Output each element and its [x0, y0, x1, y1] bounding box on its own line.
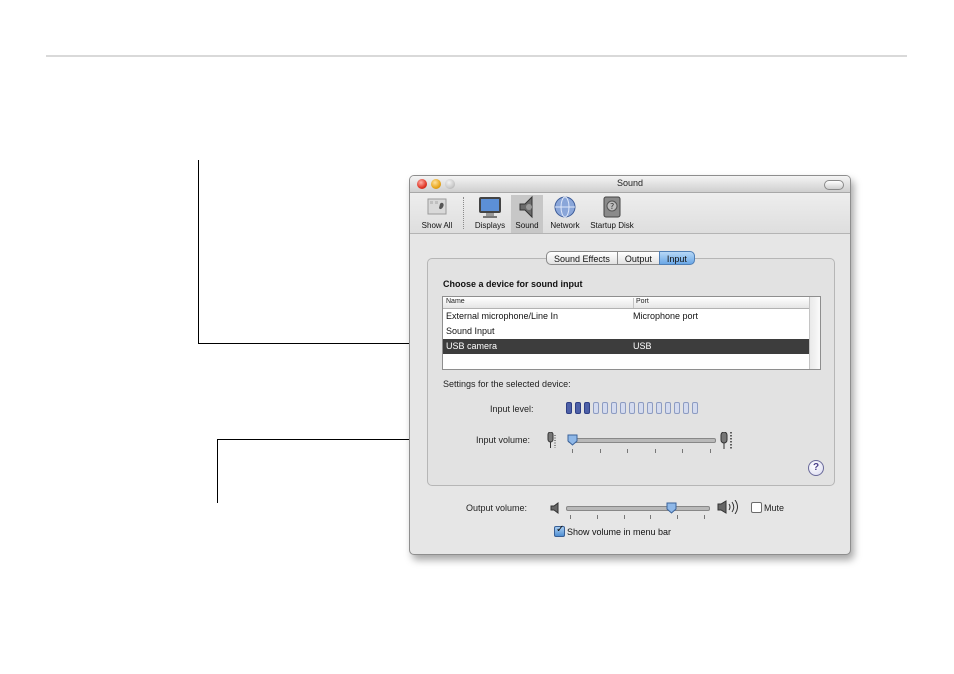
tab-sound-effects[interactable]: Sound Effects: [546, 251, 617, 265]
toolbar-label-network: Network: [550, 221, 580, 230]
level-bar: [674, 402, 680, 414]
device-name: USB camera: [446, 341, 498, 351]
slider-tick: [599, 449, 601, 453]
input-volume-slider-thumb[interactable]: [567, 433, 578, 446]
level-bar: [638, 402, 644, 414]
level-bar: [584, 402, 590, 414]
device-name: Sound Input: [446, 326, 495, 336]
speaker-icon: [514, 195, 540, 219]
table-row[interactable]: External microphone/Line In Microphone p…: [443, 309, 809, 324]
callout-line-device: [198, 160, 199, 344]
toolbar-label-show-all: Show All: [421, 221, 453, 230]
help-button[interactable]: ?: [808, 460, 824, 476]
show-all-icon: [424, 195, 450, 219]
slider-tick: [677, 515, 679, 519]
sound-preferences-window: Sound Show All Displays Sound Network ? …: [409, 175, 851, 555]
toolbar-displays[interactable]: Displays: [470, 195, 510, 233]
microphone-high-icon: [720, 431, 732, 449]
window-title: Sound: [616, 178, 644, 188]
level-bar: [647, 402, 653, 414]
network-globe-icon: [552, 195, 578, 219]
tab-output[interactable]: Output: [616, 251, 659, 265]
input-pane: Choose a device for sound input Name Por…: [427, 258, 835, 486]
device-port: USB: [633, 341, 652, 351]
toolbar-startup-disk[interactable]: ? Startup Disk: [586, 195, 638, 233]
tab-bar: Sound Effects Output Input: [546, 251, 695, 265]
level-bar: [692, 402, 698, 414]
slider-tick: [650, 515, 652, 519]
checkmark-icon: ✓: [556, 524, 565, 535]
level-bar: [629, 402, 635, 414]
toolbar-label-displays: Displays: [474, 221, 506, 230]
show-volume-menubar-checkbox[interactable]: ✓: [554, 524, 565, 537]
callout-line-device-h: [198, 343, 434, 344]
toolbar-network[interactable]: Network: [545, 195, 585, 233]
settings-label: Settings for the selected device:: [443, 379, 571, 389]
toolbar-label-startup-disk: Startup Disk: [590, 221, 634, 230]
level-bar: [566, 402, 572, 414]
slider-tick: [623, 515, 625, 519]
toolbar-show-all[interactable]: Show All: [416, 195, 458, 233]
level-bar: [620, 402, 626, 414]
level-bar: [665, 402, 671, 414]
speaker-high-icon: [717, 499, 739, 519]
level-bar: [611, 402, 617, 414]
slider-tick: [627, 449, 629, 453]
mute-checkbox[interactable]: [751, 502, 762, 513]
output-volume-label: Output volume:: [466, 503, 528, 513]
device-port: Microphone port: [633, 311, 699, 321]
speaker-low-icon: [550, 501, 560, 519]
microphone-low-icon: [547, 431, 556, 448]
level-bar: [575, 402, 581, 414]
title-bar[interactable]: Sound: [410, 176, 850, 193]
input-device-table[interactable]: Name Port External microphone/Line In Mi…: [442, 296, 821, 370]
column-header-port[interactable]: Port: [633, 298, 649, 308]
slider-tick: [710, 449, 711, 453]
slider-tick: [654, 449, 656, 453]
mute-label: Mute: [764, 503, 785, 513]
toolbar-separator: [463, 197, 464, 229]
slider-tick: [570, 515, 571, 519]
device-list-heading: Choose a device for sound input: [443, 279, 583, 289]
svg-text:?: ?: [610, 202, 614, 211]
display-icon: [477, 195, 503, 219]
hard-disk-icon: ?: [599, 195, 625, 219]
level-bar: [656, 402, 662, 414]
output-volume-track[interactable]: [566, 506, 710, 511]
slider-tick: [704, 515, 705, 519]
level-bar: [602, 402, 608, 414]
column-header-name[interactable]: Name: [446, 298, 465, 305]
toolbar-toggle-button[interactable]: [824, 180, 844, 190]
slider-tick: [682, 449, 684, 453]
level-bar: [593, 402, 599, 414]
page-divider: [46, 55, 907, 57]
table-scrollbar[interactable]: [809, 297, 820, 369]
table-header: Name Port: [443, 297, 809, 309]
slider-tick: [572, 449, 573, 453]
table-row-selected[interactable]: USB camera USB: [443, 339, 809, 354]
input-level-meter: [566, 402, 698, 414]
slider-tick: [596, 515, 598, 519]
toolbar: Show All Displays Sound Network ? Startu…: [410, 193, 850, 234]
output-volume-slider-thumb[interactable]: [666, 501, 677, 514]
toolbar-sound[interactable]: Sound: [511, 195, 543, 233]
toolbar-label-sound: Sound: [515, 221, 539, 230]
input-volume-track[interactable]: [568, 438, 716, 443]
device-name: External microphone/Line In: [446, 311, 559, 321]
tab-input[interactable]: Input: [658, 251, 695, 265]
input-volume-label: Input volume:: [476, 435, 531, 445]
level-bar: [683, 402, 689, 414]
show-volume-menubar-label: Show volume in menu bar: [567, 527, 672, 537]
callout-line-volume: [217, 439, 218, 503]
input-level-label: Input level:: [490, 404, 534, 414]
table-row[interactable]: Sound Input: [443, 324, 809, 339]
